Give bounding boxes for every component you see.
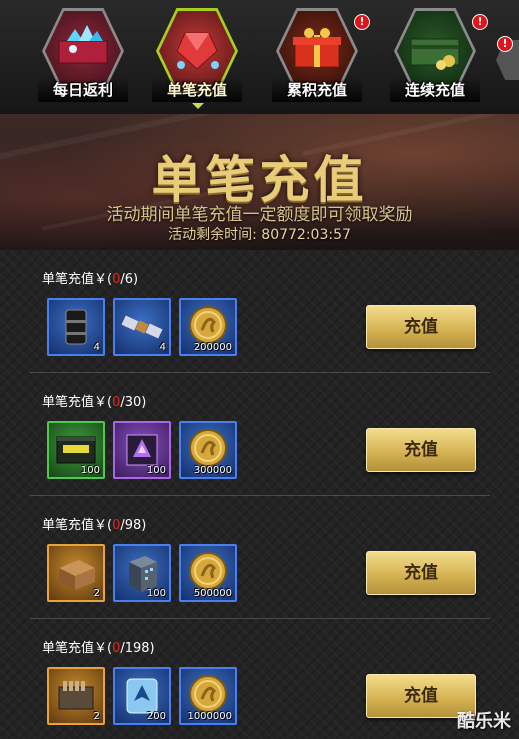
recharge-button[interactable]: 充值: [366, 305, 476, 349]
reward-list[interactable]: 单笔充值￥(0/6) 4 4 200000 充值 单笔充值￥(0/30) 100…: [0, 250, 519, 739]
reward-item[interactable]: 300000: [179, 421, 237, 479]
countdown-value: 80772:03:57: [261, 227, 351, 243]
notification-badge: !: [354, 14, 370, 30]
event-banner: 单笔充值 活动期间单笔充值一定额度即可领取奖励 活动剩余时间: 80772:03…: [0, 114, 519, 250]
row-title: 单笔充值￥(0/198): [42, 637, 155, 656]
row-title-prefix: 单笔充值￥(: [42, 272, 113, 287]
reward-item[interactable]: 200000: [179, 298, 237, 356]
tab-label: 累积充值: [272, 78, 362, 102]
reward-row: 单笔充值￥(0/198) 2 200 1000000 充值: [0, 619, 519, 739]
reward-item[interactable]: 4: [47, 298, 105, 356]
row-title: 单笔充值￥(0/98): [42, 514, 146, 533]
row-target: /98): [120, 518, 147, 533]
row-title-prefix: 单笔充值￥(: [42, 518, 113, 533]
tab-label: 单笔充值: [152, 78, 242, 102]
notification-badge: !: [472, 14, 488, 30]
item-quantity: 500000: [193, 588, 232, 599]
recharge-button[interactable]: 充值: [366, 551, 476, 595]
reward-item[interactable]: 1000000: [179, 667, 237, 725]
reward-item[interactable]: 100: [47, 421, 105, 479]
item-quantity: 100: [146, 588, 166, 599]
item-quantity: 100: [80, 465, 100, 476]
reward-item[interactable]: 500000: [179, 544, 237, 602]
item-quantity: 1000000: [187, 711, 232, 722]
watermark: 酷乐米: [457, 711, 511, 732]
reward-item[interactable]: 2: [47, 544, 105, 602]
notification-badge: !: [497, 36, 513, 52]
reward-row: 单笔充值￥(0/98) 2 100 500000 充值: [0, 496, 519, 619]
countdown: 活动剩余时间: 80772:03:57: [0, 224, 519, 244]
tab-daily-rebate[interactable]: 每日返利: [38, 8, 128, 108]
item-quantity: 4: [159, 342, 166, 353]
reward-item[interactable]: 100: [113, 544, 171, 602]
reward-item[interactable]: 4: [113, 298, 171, 356]
reward-row: 单笔充值￥(0/6) 4 4 200000 充值: [0, 250, 519, 373]
reward-item[interactable]: 200: [113, 667, 171, 725]
row-title: 单笔充值￥(0/6): [42, 268, 138, 287]
countdown-label: 活动剩余时间:: [168, 227, 257, 243]
reward-item[interactable]: 100: [113, 421, 171, 479]
reward-row: 单笔充值￥(0/30) 100 100 300000 充值: [0, 373, 519, 496]
reward-item[interactable]: 2: [47, 667, 105, 725]
row-title-prefix: 单笔充值￥(: [42, 395, 113, 410]
tab-single-recharge[interactable]: 单笔充值: [152, 8, 242, 109]
item-quantity: 2: [93, 711, 100, 722]
recharge-button[interactable]: 充值: [366, 428, 476, 472]
item-quantity: 4: [93, 342, 100, 353]
tab-label: 连续充值: [390, 78, 480, 102]
row-target: /198): [120, 641, 155, 656]
banner-subtitle: 活动期间单笔充值一定额度即可领取奖励: [106, 205, 413, 225]
tab-bar: 每日返利 单笔充值 累积充值 ! 连续充值 ! !: [0, 0, 519, 114]
item-quantity: 2: [93, 588, 100, 599]
tab-label: 每日返利: [38, 78, 128, 102]
item-quantity: 100: [146, 465, 166, 476]
item-quantity: 200: [146, 711, 166, 722]
item-quantity: 300000: [193, 465, 232, 476]
tab-continuous-recharge[interactable]: 连续充值 !: [390, 8, 488, 108]
row-title: 单笔充值￥(0/30): [42, 391, 146, 410]
row-target: /6): [120, 272, 139, 287]
row-title-prefix: 单笔充值￥(: [42, 641, 113, 656]
tab-cumulative-recharge[interactable]: 累积充值 !: [272, 8, 370, 108]
active-indicator-icon: [192, 103, 204, 109]
row-target: /30): [120, 395, 147, 410]
item-quantity: 200000: [193, 342, 232, 353]
